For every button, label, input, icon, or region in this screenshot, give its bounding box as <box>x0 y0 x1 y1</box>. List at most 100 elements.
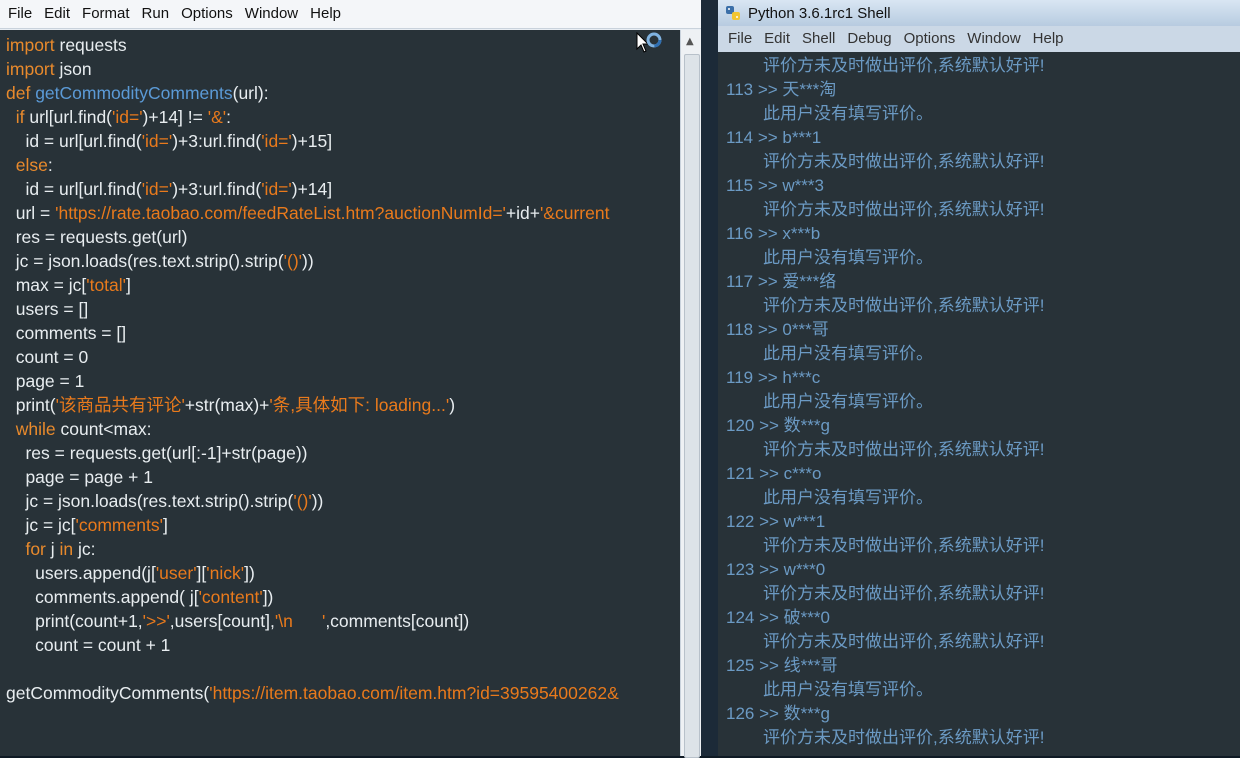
shell-output-line: 121 >> c***o <box>726 464 822 483</box>
code-token: max = jc[ <box>6 275 87 295</box>
code-token: 'content' <box>198 587 263 607</box>
shell-output-line: 此用户没有填写评价。 <box>763 680 933 699</box>
editor-menu-edit[interactable]: Edit <box>38 0 76 28</box>
code-token: for <box>25 539 46 559</box>
shell-output-line: 此用户没有填写评价。 <box>763 104 933 123</box>
code-line: import json <box>6 57 92 81</box>
code-line: jc = json.loads(res.text.strip().strip('… <box>6 249 314 273</box>
shell-menu-options[interactable]: Options <box>898 26 962 52</box>
code-line: page = 1 <box>6 369 85 393</box>
code-line: count = count + 1 <box>6 633 170 657</box>
code-token: print(count+1, <box>6 611 143 631</box>
code-line: jc = json.loads(res.text.strip().strip('… <box>6 489 323 513</box>
editor-menu-help[interactable]: Help <box>304 0 347 28</box>
code-token: else <box>15 155 48 175</box>
shell-output-line: 评价方未及时做出评价,系统默认好评! <box>763 200 1045 219</box>
editor-menu-window[interactable]: Window <box>239 0 304 28</box>
code-token: id = url[url.find( <box>6 131 142 151</box>
shell-output-line: 117 >> 爱***络 <box>726 272 837 291</box>
code-line: else: <box>6 153 53 177</box>
editor-menu-format[interactable]: Format <box>76 0 136 28</box>
code-line: print('该商品共有评论'+str(max)+'条,具体如下: loadin… <box>6 393 455 417</box>
code-token: : <box>47 155 53 175</box>
code-token: ] <box>162 515 168 535</box>
code-token: 'total' <box>86 275 126 295</box>
code-token: '\n ' <box>274 611 326 631</box>
code-token: url = <box>6 203 56 223</box>
shell-menu-help[interactable]: Help <box>1027 26 1070 52</box>
code-line: users = [] <box>6 297 88 321</box>
code-token: 'user' <box>155 563 197 583</box>
code-token: )+3:url.find( <box>172 179 262 199</box>
code-token: '&' <box>207 107 227 127</box>
code-line: while count<max: <box>6 417 152 441</box>
code-line: if url[url.find('id=')+14] != '&': <box>6 105 231 129</box>
editor-vertical-scrollbar[interactable]: ▲ <box>680 30 702 758</box>
shell-output-line: 126 >> 数***g <box>726 704 830 723</box>
code-token: )+14] != <box>142 107 208 127</box>
shell-window: Python 3.6.1rc1 Shell File Edit Shell Debug… <box>718 0 1240 756</box>
shell-menu-window[interactable]: Window <box>961 26 1026 52</box>
code-token: getCommodityComments <box>35 83 233 103</box>
scroll-up-arrow-icon[interactable]: ▲ <box>686 36 694 47</box>
code-token: )+3:url.find( <box>172 131 262 151</box>
scrollbar-thumb[interactable] <box>684 54 700 758</box>
code-token: users.append(j[ <box>6 563 156 583</box>
code-token: requests <box>54 35 127 55</box>
shell-menu-file[interactable]: File <box>722 26 758 52</box>
code-token: def <box>6 83 31 103</box>
code-token: )) <box>302 251 314 271</box>
code-token: ,comments[count]) <box>325 611 470 631</box>
code-token: jc: <box>73 539 96 559</box>
code-editor-area[interactable]: import requests import json def getCommodi… <box>0 30 680 756</box>
shell-menu-shell[interactable]: Shell <box>796 26 841 52</box>
code-token: users = [] <box>6 299 89 319</box>
code-line: page = page + 1 <box>6 465 153 489</box>
code-token: ) <box>449 395 456 415</box>
code-token: ,users[count], <box>169 611 275 631</box>
code-line: import requests <box>6 33 127 57</box>
code-token: +str(max)+ <box>184 395 270 415</box>
code-token: 'id=' <box>112 107 143 127</box>
code-token: jc = json.loads(res.text.strip().strip( <box>6 251 284 271</box>
code-token: count = count + 1 <box>6 635 171 655</box>
shell-output-line: 评价方未及时做出评价,系统默认好评! <box>763 632 1045 651</box>
editor-menu-options[interactable]: Options <box>175 0 239 28</box>
shell-output-line: 此用户没有填写评价。 <box>763 392 933 411</box>
code-token: comments = [] <box>6 323 127 343</box>
shell-output-line: 116 >> x***b <box>726 224 821 243</box>
code-token: page = page + 1 <box>6 467 153 487</box>
shell-title: Python 3.6.1rc1 Shell <box>748 4 891 22</box>
code-token: +id+ <box>505 203 540 223</box>
code-token: json <box>54 59 92 79</box>
code-token: ] <box>126 275 131 295</box>
code-line: users.append(j['user']['nick']) <box>6 561 255 585</box>
code-token: 'https://rate.taobao.com/feedRateList.ht… <box>55 203 506 223</box>
editor-menu-run[interactable]: Run <box>136 0 176 28</box>
busy-cursor-icon <box>636 32 662 53</box>
shell-menu-debug[interactable]: Debug <box>841 26 897 52</box>
code-token: )+14] <box>291 179 333 199</box>
code-token: '>>' <box>142 611 170 631</box>
code-line: id = url[url.find('id=')+3:url.find('id=… <box>6 129 332 153</box>
code-token: 'id=' <box>261 131 292 151</box>
shell-output-line: 评价方未及时做出评价,系统默认好评! <box>763 152 1045 171</box>
code-token: : <box>226 107 231 127</box>
code-line: comments.append( j['content']) <box>6 585 273 609</box>
code-token: ]) <box>244 563 255 583</box>
code-line: def getCommodityComments(url): <box>6 81 269 105</box>
shell-output-area[interactable]: 评价方未及时做出评价,系统默认好评! 113 >> 天***淘 此用户没有填写评价。… <box>718 52 1240 756</box>
shell-output-line: 评价方未及时做出评价,系统默认好评! <box>763 584 1045 603</box>
shell-titlebar[interactable]: Python 3.6.1rc1 Shell <box>718 0 1240 26</box>
editor-window: File Edit Format Run Options Window Help impor… <box>0 0 702 758</box>
code-token: ]) <box>262 587 274 607</box>
shell-menu-edit[interactable]: Edit <box>758 26 796 52</box>
code-token: page = 1 <box>6 371 85 391</box>
code-token: 'nick' <box>206 563 245 583</box>
editor-menu-file[interactable]: File <box>2 0 38 28</box>
code-token: print( <box>6 395 56 415</box>
shell-output-line: 评价方未及时做出评价,系统默认好评! <box>763 536 1045 555</box>
code-line: res = requests.get(url[:-1]+str(page)) <box>6 441 307 465</box>
